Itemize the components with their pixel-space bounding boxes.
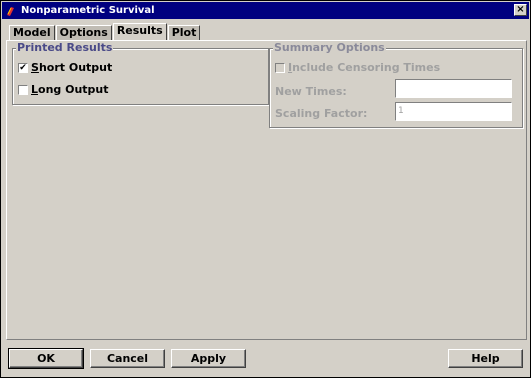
ok-button[interactable]: OK [8,348,84,369]
tab-plot[interactable]: Plot [167,25,201,40]
tab-options[interactable]: Options [55,25,112,40]
results-panel: Printed Results ✔ Short Output Long Outp… [6,40,527,340]
dialog-window: Nonparametric Survival × Model Options R… [0,0,531,378]
close-icon: × [516,4,525,15]
window-title: Nonparametric Survival [21,5,155,16]
include-censoring-checkbox[interactable] [275,62,285,73]
scaling-factor-input[interactable]: 1 [395,102,512,121]
printed-results-legend: Printed Results [16,41,114,54]
tab-bar: Model Options Results Plot [9,23,201,40]
apply-button[interactable]: Apply [171,349,246,368]
short-output-checkbox[interactable]: ✔ [18,62,28,73]
checkmark-icon: ✔ [19,62,27,73]
long-output-label: Long Output [31,83,109,96]
help-button[interactable]: Help [448,349,523,368]
close-button[interactable]: × [514,4,527,16]
include-censoring-option[interactable]: Include Censoring Times [275,61,440,74]
summary-options-group: Summary Options Include Censoring Times … [269,41,523,128]
short-output-label: Short Output [31,61,113,74]
cancel-button[interactable]: Cancel [90,349,165,368]
include-censoring-label: Include Censoring Times [288,61,441,74]
printed-results-group: Printed Results ✔ Short Output Long Outp… [12,41,269,105]
new-times-input[interactable] [395,79,512,98]
summary-options-legend: Summary Options [273,41,386,54]
scaling-factor-label: Scaling Factor: [275,107,368,120]
long-output-option[interactable]: Long Output [18,83,109,96]
new-times-label: New Times: [275,85,347,98]
app-icon [5,5,17,17]
title-bar[interactable]: Nonparametric Survival × [2,2,529,19]
short-output-option[interactable]: ✔ Short Output [18,61,112,74]
tab-model[interactable]: Model [9,25,55,40]
long-output-checkbox[interactable] [18,84,28,95]
tab-results[interactable]: Results [112,23,167,40]
